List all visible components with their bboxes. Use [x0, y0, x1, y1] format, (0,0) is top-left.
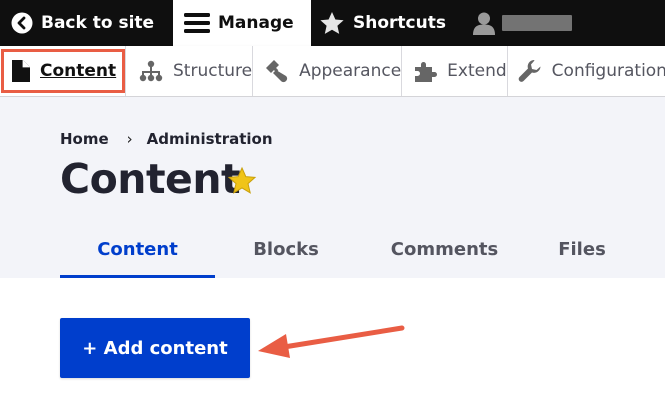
- primary-tabs: Content Blocks Comments Files: [60, 227, 632, 278]
- menu-item-structure[interactable]: Structure: [126, 46, 254, 96]
- paintbrush-icon: [265, 59, 289, 83]
- document-icon: [12, 60, 30, 82]
- shortcuts-label: Shortcuts: [353, 13, 446, 33]
- admin-menu-tray: Content Structure Appearance Extend Conf…: [0, 46, 665, 97]
- menu-item-configuration[interactable]: Configuration: [508, 46, 665, 96]
- user-name-redacted: [502, 15, 572, 31]
- menu-item-label: Structure: [173, 61, 253, 81]
- shortcuts-tab[interactable]: Shortcuts: [311, 0, 466, 46]
- favorite-star-icon[interactable]: [226, 166, 258, 200]
- breadcrumb-separator: ›: [126, 130, 133, 148]
- star-icon: [319, 11, 345, 35]
- back-to-site-link[interactable]: Back to site: [0, 0, 173, 46]
- hamburger-menu-icon: [184, 12, 210, 34]
- user-account-tab[interactable]: [466, 0, 572, 46]
- wrench-icon: [518, 59, 542, 83]
- sitemap-icon: [139, 60, 163, 82]
- menu-item-content[interactable]: Content: [0, 46, 126, 96]
- menu-item-label: Content: [40, 61, 117, 81]
- menu-item-content-highlight[interactable]: Content: [1, 49, 125, 93]
- back-arrow-icon: [11, 12, 33, 34]
- page-header: Home › Administration Content Content Bl…: [0, 97, 665, 278]
- menu-item-appearance[interactable]: Appearance: [253, 46, 403, 96]
- back-to-site-label: Back to site: [41, 13, 155, 33]
- page-title: Content: [60, 155, 241, 203]
- menu-item-label: Configuration: [551, 61, 665, 81]
- admin-toolbar: Back to site Manage Shortcuts: [0, 0, 665, 46]
- tab-content[interactable]: Content: [60, 227, 215, 278]
- tab-comments[interactable]: Comments: [357, 227, 532, 278]
- user-icon: [472, 11, 496, 35]
- annotation-arrow-icon: [258, 325, 405, 358]
- add-content-button[interactable]: + Add content: [60, 318, 250, 378]
- manage-label: Manage: [218, 13, 294, 33]
- breadcrumb: Home › Administration: [60, 130, 273, 148]
- breadcrumb-administration[interactable]: Administration: [147, 130, 273, 148]
- menu-item-label: Extend: [447, 61, 507, 81]
- puzzle-icon: [413, 59, 438, 83]
- menu-item-extend[interactable]: Extend: [402, 46, 508, 96]
- menu-item-label: Appearance: [299, 61, 402, 81]
- manage-tab[interactable]: Manage: [173, 0, 311, 46]
- breadcrumb-home[interactable]: Home: [60, 130, 109, 148]
- tab-files[interactable]: Files: [532, 227, 632, 278]
- tab-blocks[interactable]: Blocks: [215, 227, 357, 278]
